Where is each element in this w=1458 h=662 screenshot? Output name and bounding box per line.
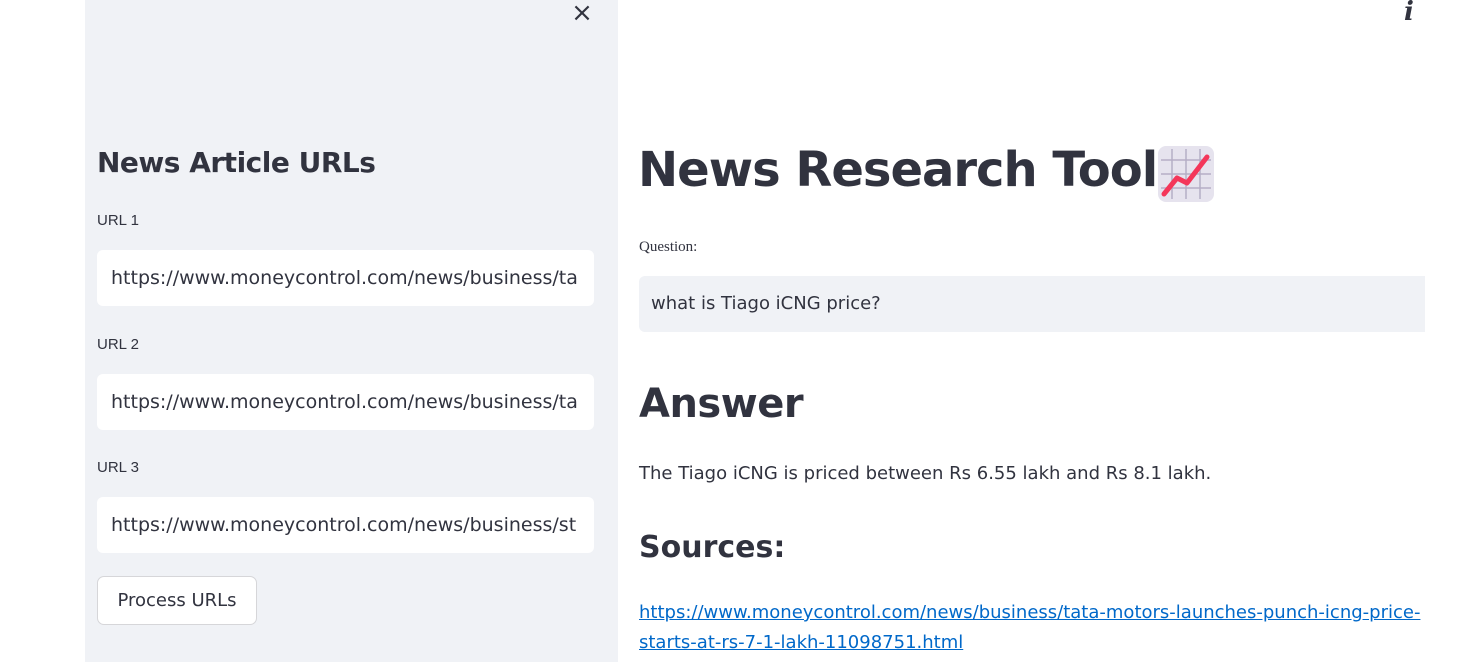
answer-heading: Answer bbox=[639, 381, 804, 427]
source-link[interactable]: https://www.moneycontrol.com/news/busine… bbox=[639, 598, 1429, 658]
question-input[interactable]: what is Tiago iCNG price? bbox=[639, 276, 1425, 332]
url-3-label: URL 3 bbox=[97, 459, 139, 476]
page-title: News Research Tool bbox=[638, 142, 1158, 198]
info-icon[interactable]: i bbox=[1399, 0, 1419, 26]
answer-text: The Tiago iCNG is priced between Rs 6.55… bbox=[639, 463, 1212, 484]
process-urls-button[interactable]: Process URLs bbox=[97, 576, 257, 625]
url-2-label: URL 2 bbox=[97, 336, 139, 353]
sources-heading: Sources: bbox=[639, 530, 786, 565]
url-1-label: URL 1 bbox=[97, 212, 139, 229]
chart-increasing-icon bbox=[1158, 146, 1214, 202]
url-1-input[interactable]: https://www.moneycontrol.com/news/busine… bbox=[97, 250, 594, 306]
url-2-input[interactable]: https://www.moneycontrol.com/news/busine… bbox=[97, 374, 594, 430]
sidebar-heading: News Article URLs bbox=[97, 146, 376, 179]
close-icon[interactable]: × bbox=[569, 0, 595, 28]
question-label: Question: bbox=[639, 239, 698, 255]
sidebar bbox=[85, 0, 618, 662]
url-3-input[interactable]: https://www.moneycontrol.com/news/busine… bbox=[97, 497, 594, 553]
